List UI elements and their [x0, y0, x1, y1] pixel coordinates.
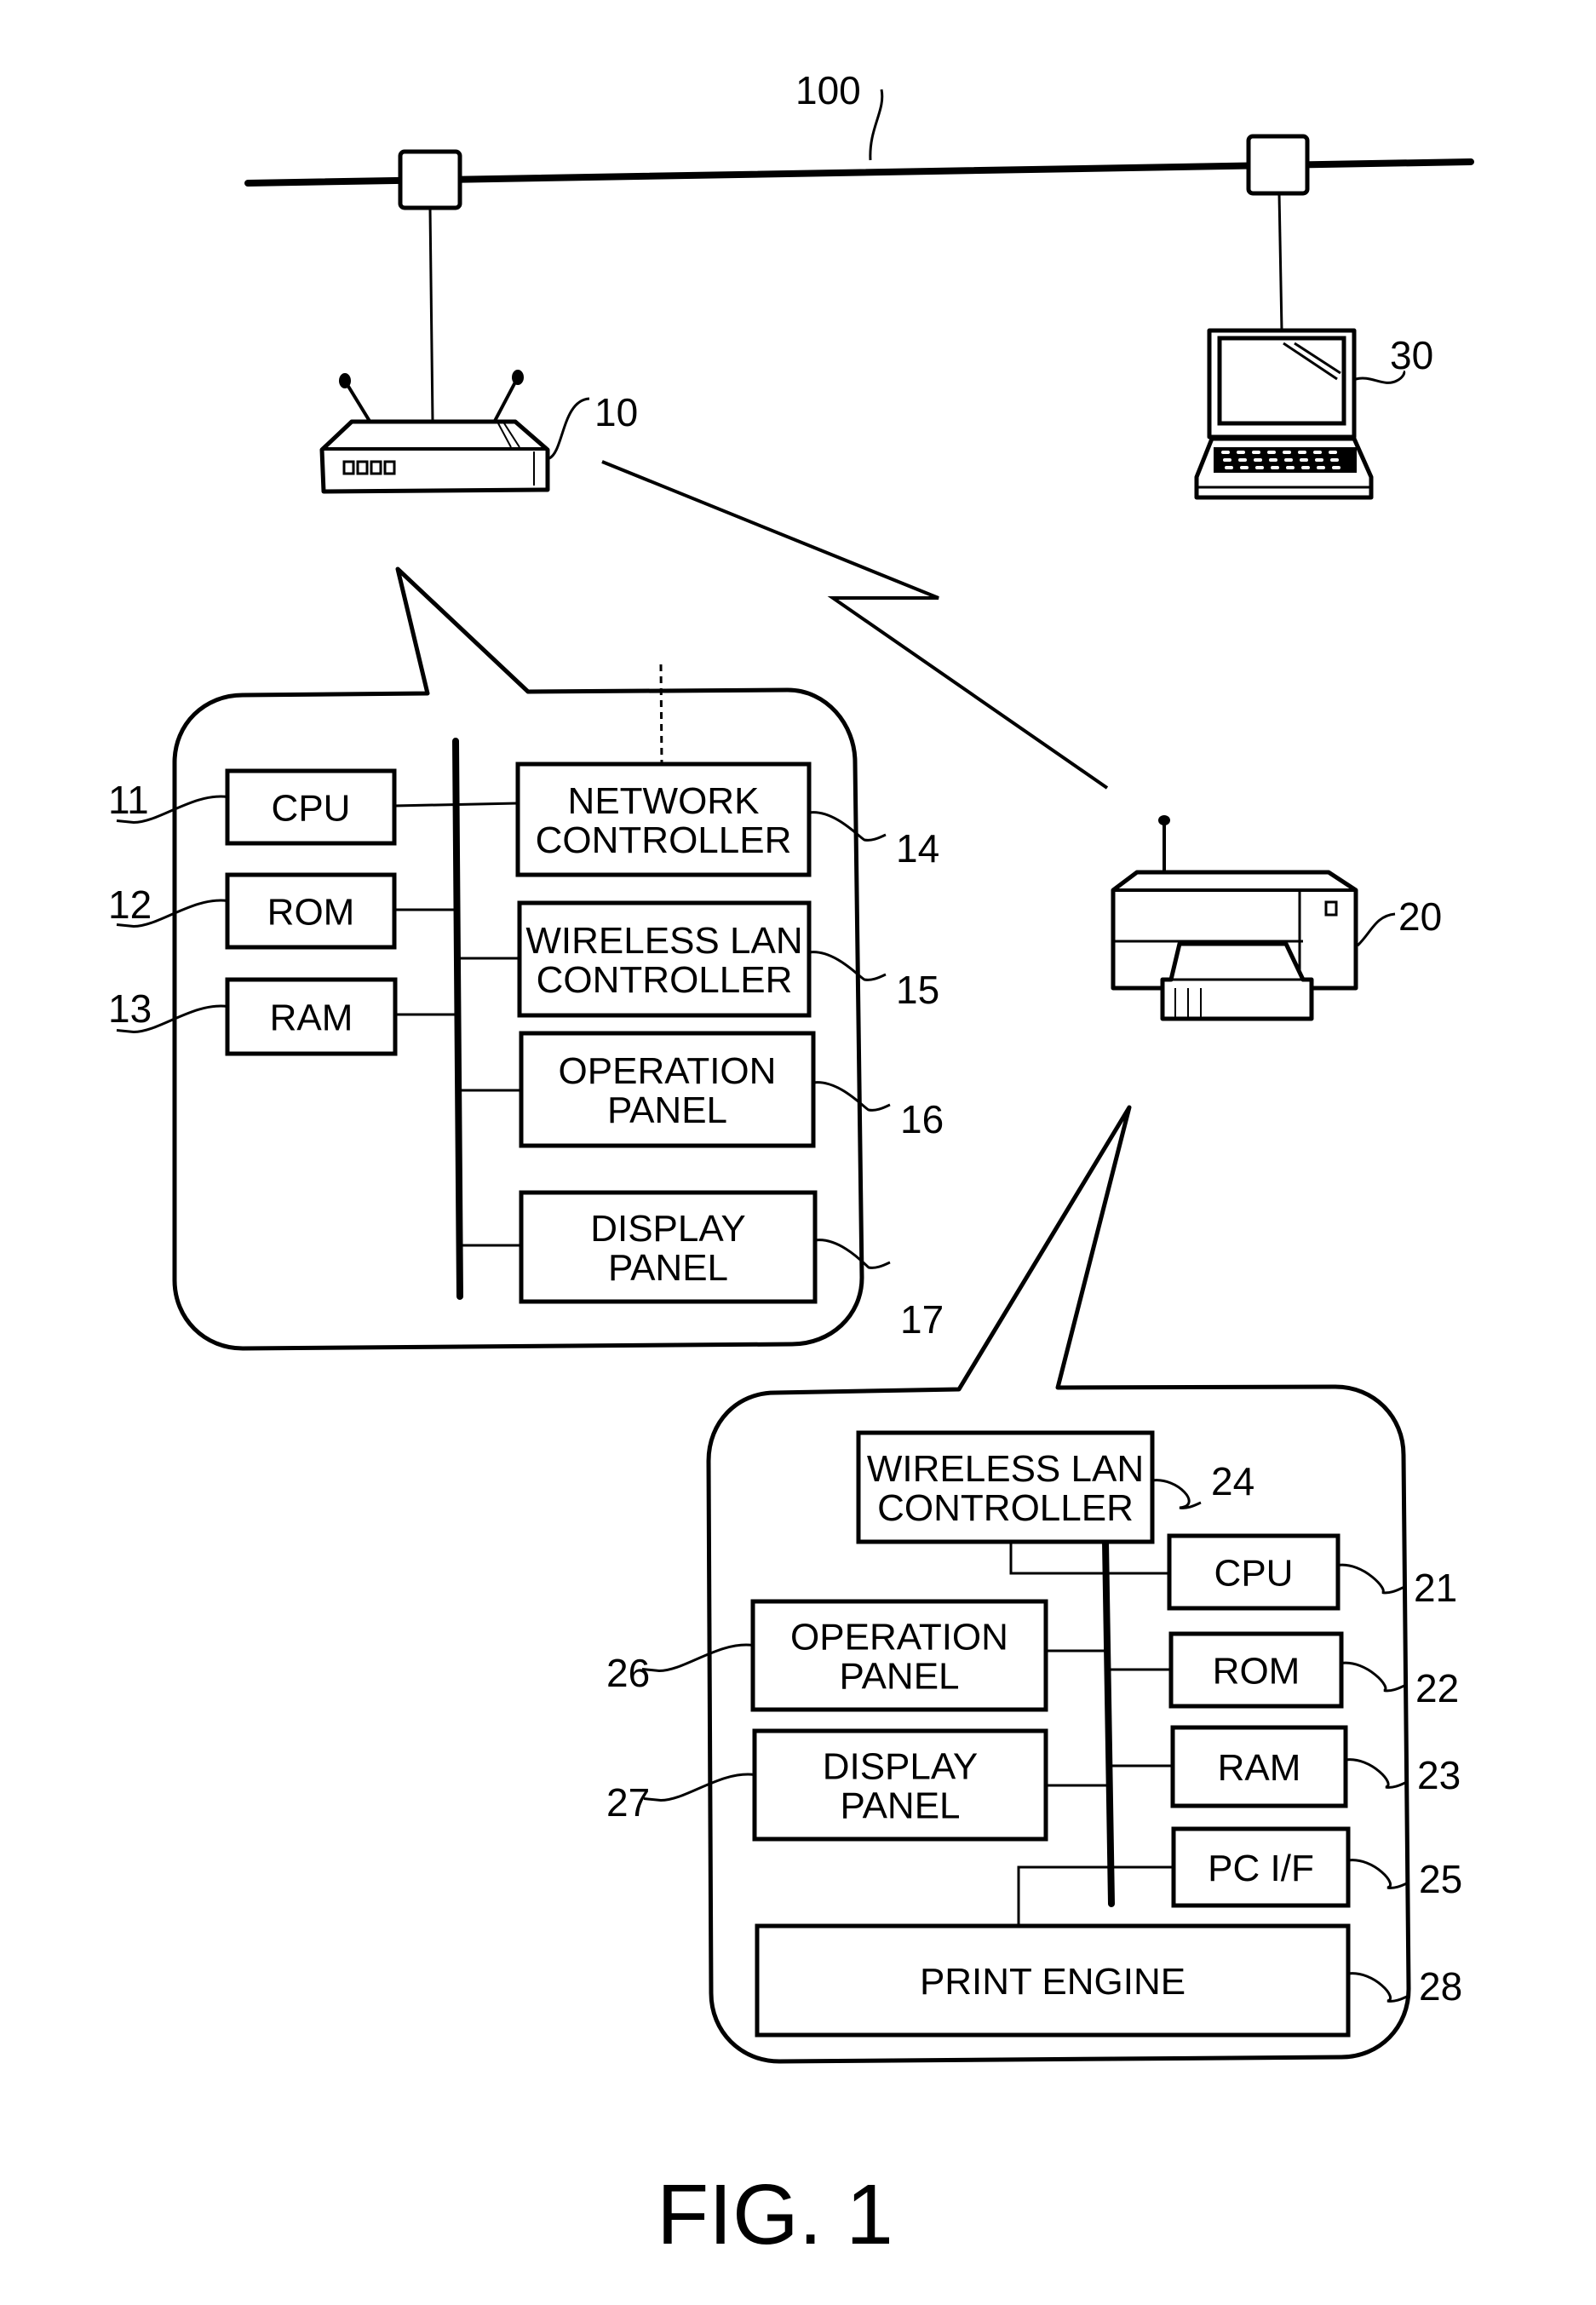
access-point-block-rom: ROM 12 — [108, 872, 397, 950]
printer-block-display-panel-label: DISPLAY — [823, 1746, 979, 1788]
access-point-block-wireless-lan-controller-label: CONTROLLER — [537, 959, 793, 1001]
printer-block-rom: ROM 22 — [1168, 1631, 1459, 1710]
network-tap-pc — [1246, 134, 1310, 196]
ref-label-13: 13 — [108, 986, 152, 1031]
access-point-block-operation-panel-label: OPERATION — [559, 1050, 777, 1092]
ref-label-24: 24 — [1211, 1459, 1254, 1503]
ref-label-21: 21 — [1414, 1566, 1457, 1610]
printer-block-print-engine-label: PRINT ENGINE — [920, 1961, 1186, 2003]
printer-block-pc-i-f: PC I/F 25 — [1171, 1826, 1462, 1908]
printer-block-wireless-lan-controller-label: CONTROLLER — [877, 1487, 1134, 1529]
access-point-block-display-panel-label: PANEL — [608, 1247, 728, 1289]
ap-drop-wire — [428, 207, 434, 422]
ref-label-printer: 20 — [1398, 894, 1442, 939]
printer-block-pc-i-f-label: PC I/F — [1208, 1848, 1314, 1889]
patent-figure: 100 10 30 20 CPU 11 ROM 12 RAM 13 NETWOR… — [0, 0, 1596, 2301]
printer-block-cpu-label: CPU — [1214, 1553, 1294, 1595]
access-point-block-operation-panel-label: PANEL — [607, 1089, 727, 1131]
access-point-block-ram-label: RAM — [270, 997, 353, 1039]
ref-label-computer: 30 — [1390, 333, 1433, 377]
printer-icon — [1111, 815, 1358, 1021]
access-point-block-wireless-lan-controller: WIRELESS LANCONTROLLER 15 — [517, 900, 939, 1018]
printer-block-operation-panel: OPERATIONPANEL 26 — [606, 1599, 1048, 1712]
printer-block-ram-label: RAM — [1218, 1747, 1301, 1789]
ref-label-14: 14 — [896, 826, 939, 871]
ref-label-11: 11 — [108, 778, 149, 822]
access-point-block-wireless-lan-controller-label: WIRELESS LAN — [525, 920, 802, 962]
network-controller-uplink — [659, 664, 663, 765]
access-point-icon — [319, 370, 550, 494]
access-point-block-cpu: CPU 11 — [108, 768, 397, 846]
access-point-block-ram: RAM 13 — [108, 977, 398, 1056]
laptop-icon — [1194, 328, 1374, 500]
access-point-block-network-controller-label: NETWORK — [568, 780, 760, 822]
printer-block-operation-panel-label: OPERATION — [790, 1617, 1008, 1658]
printer-block-cpu: CPU 21 — [1167, 1533, 1457, 1611]
pc-drop-wire — [1277, 193, 1283, 331]
ref-label-access-point: 10 — [594, 390, 638, 434]
ref-label-22: 22 — [1415, 1666, 1459, 1710]
network-tap-ap — [398, 149, 462, 210]
network-line: 100 — [244, 68, 1474, 210]
ref-label-26: 26 — [606, 1651, 650, 1695]
printer-block-display-panel: DISPLAYPANEL 27 — [606, 1728, 1048, 1842]
access-point-block-network-controller-label: CONTROLLER — [536, 819, 792, 861]
ref-label-23: 23 — [1417, 1753, 1461, 1797]
access-point-bus — [452, 738, 463, 1300]
ref-label-12: 12 — [108, 882, 152, 927]
access-point-block-display-panel-label: DISPLAY — [590, 1208, 746, 1250]
ref-label-25: 25 — [1419, 1857, 1462, 1901]
ref-label-16: 16 — [900, 1097, 944, 1141]
printer-block-display-panel-label: PANEL — [840, 1785, 960, 1827]
ref-label-27: 27 — [606, 1780, 650, 1825]
ref-label-network: 100 — [795, 68, 861, 112]
figure-caption: FIG. 1 — [657, 2167, 893, 2262]
access-point-block-rom-label: ROM — [267, 892, 355, 934]
access-point-block-cpu-label: CPU — [272, 788, 351, 830]
ref-label-28: 28 — [1419, 1964, 1462, 2009]
access-point-block-network-controller: NETWORKCONTROLLER 14 — [515, 762, 939, 877]
printer-block-rom-label: ROM — [1213, 1651, 1300, 1693]
access-point-block-operation-panel: OPERATIONPANEL 16 — [519, 1031, 944, 1148]
printer-block-wireless-lan-controller-label: WIRELESS LAN — [867, 1448, 1144, 1490]
ref-label-17: 17 — [900, 1297, 944, 1342]
printer-block-operation-panel-label: PANEL — [839, 1656, 959, 1698]
printer-block-ram: RAM 23 — [1170, 1725, 1461, 1808]
ref-label-15: 15 — [896, 968, 939, 1012]
